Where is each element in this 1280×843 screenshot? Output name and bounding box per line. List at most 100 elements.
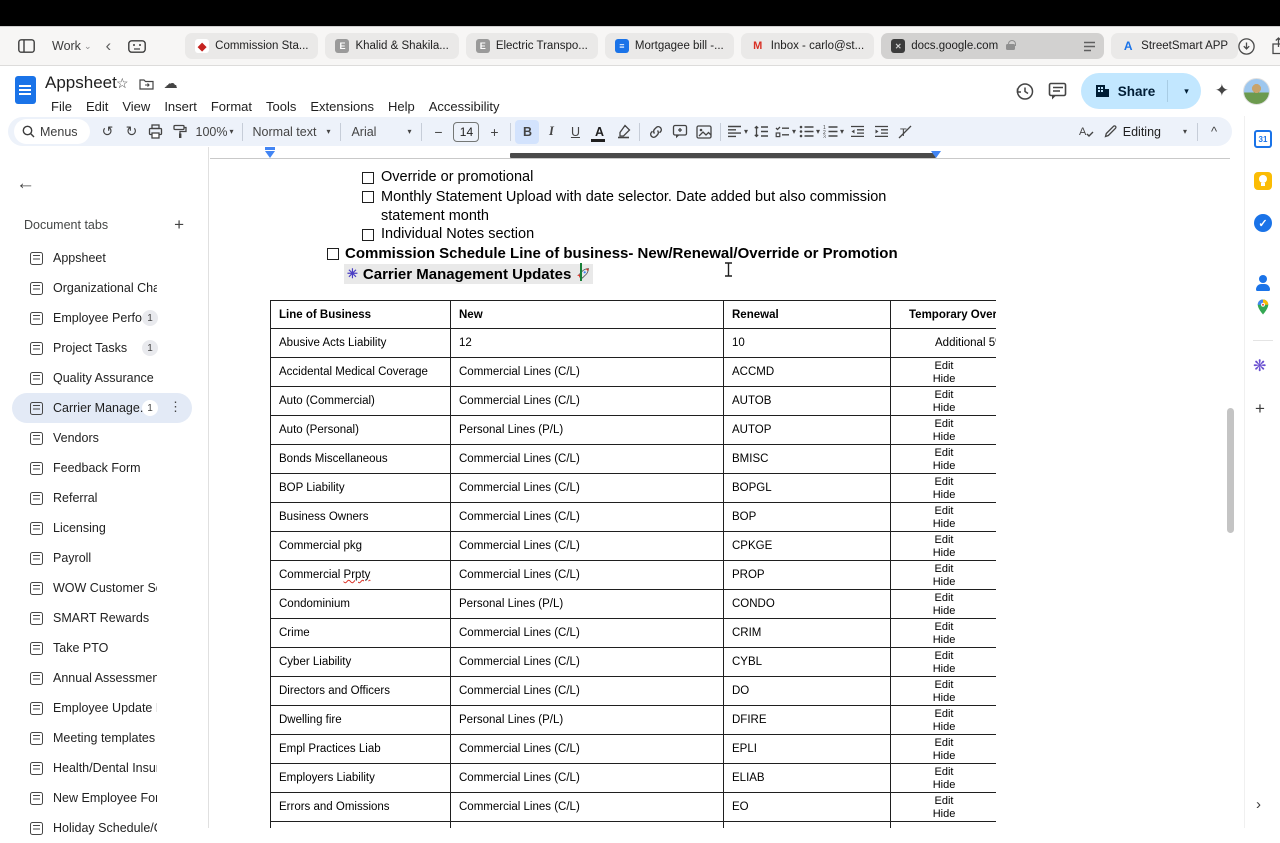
hide-action[interactable]: Hide [891,634,996,647]
edit-action[interactable]: Edit [891,476,996,489]
table-header-cell[interactable]: Temporary Overrid [890,300,996,329]
table-cell[interactable]: Cyber Liability [270,647,451,677]
table-action-cell[interactable]: Edit Hide [890,531,996,561]
table-action-cell[interactable]: Edit Hide [890,357,996,387]
move-folder-icon[interactable] [138,78,154,90]
table-cell[interactable]: PROP [723,560,891,590]
insert-image-button[interactable] [692,120,716,144]
left-indent-marker[interactable] [265,151,275,158]
sidebar-item-smart-rewards[interactable]: SMART Rewards [12,603,192,633]
table-action-cell[interactable]: Edit Hide [890,502,996,532]
table-cell[interactable] [723,821,891,828]
edit-action[interactable]: Edit [891,418,996,431]
table-cell[interactable]: EO [723,792,891,822]
sidebar-item-meeting-templates[interactable]: Meeting templates [12,723,192,753]
hide-action[interactable]: Hide [891,692,996,705]
table-action-cell[interactable]: Edit Hide [890,618,996,648]
table-action-cell[interactable]: Edit Hide [890,386,996,416]
sidebar-item-referral[interactable]: Referral [12,483,192,513]
sidebar-item-appsheet[interactable]: Appsheet [12,243,192,273]
table-cell[interactable]: AUTOB [723,386,891,416]
edit-action[interactable]: Edit [891,795,996,808]
menu-format[interactable]: Format [204,97,259,116]
insert-link-button[interactable] [644,120,668,144]
tab-group-dropdown[interactable]: Work ⌄ [52,39,91,53]
sidebar-item-quality-assurance-tracker[interactable]: Quality Assurance Tracker [12,363,192,393]
menu-view[interactable]: View [115,97,157,116]
increase-font-button[interactable]: + [482,120,506,144]
hide-action[interactable]: Hide [891,402,996,415]
sidebar-item-new-employee-form[interactable]: New Employee Form [12,783,192,813]
spellcheck-icon[interactable]: A [1074,120,1098,144]
table-cell[interactable]: 10 [723,328,891,358]
menu-file[interactable]: File [44,97,79,116]
keep-icon[interactable] [1254,172,1272,190]
menu-tools[interactable]: Tools [259,97,303,116]
sidebar-item-organizational-chart[interactable]: Organizational Chart [12,273,192,303]
table-cell[interactable]: Commercial Lines (C/L) [450,502,724,532]
sidebar-item-take-pto[interactable]: Take PTO [12,633,192,663]
table-cell[interactable]: BMISC [723,444,891,474]
close-sidebar-back-arrow[interactable]: ← [16,173,35,195]
edit-action[interactable]: Edit [891,679,996,692]
table-cell[interactable]: CONDO [723,589,891,619]
tasks-icon[interactable]: ✓ [1254,214,1272,232]
table-cell[interactable]: Personal Lines (P/L) [450,589,724,619]
table-cell[interactable]: ACCMD [723,357,891,387]
table-cell[interactable]: BOPGL [723,473,891,503]
table-cell[interactable]: Personal Lines (P/L) [450,705,724,735]
sidebar-item-employee-update-form[interactable]: Employee Update Form [12,693,192,723]
checkbox-icon[interactable] [362,191,374,203]
hide-action[interactable]: Hide [891,547,996,560]
table-header-cell[interactable]: New [450,300,724,329]
version-history-icon[interactable] [1015,82,1034,101]
edit-action[interactable]: Edit [891,389,996,402]
browser-tab[interactable]: ◆ Commission Sta... [185,33,319,59]
editing-mode-select[interactable]: Editing ▾ [1098,125,1193,139]
table-cell[interactable]: Commercial Lines (C/L) [450,560,724,590]
table-cell[interactable]: CPKGE [723,531,891,561]
sidebar-item-licensing[interactable]: Licensing [12,513,192,543]
sidebar-item-employee-perfo[interactable]: Employee Perfo... 1 [12,303,192,333]
hide-action[interactable]: Hide [891,518,996,531]
table-cell[interactable]: Errors and Omissions [270,792,451,822]
share-dropdown-caret[interactable]: ▾ [1176,86,1197,97]
document-scrollbar[interactable] [1227,408,1234,533]
hide-action[interactable]: Hide [891,779,996,792]
table-cell[interactable]: DO [723,676,891,706]
table-cell[interactable]: BOP Liability [270,473,451,503]
download-icon[interactable] [1238,37,1255,55]
undo-button[interactable]: ↺ [96,120,120,144]
table-cell[interactable]: Commercial Lines (C/L) [450,618,724,648]
contacts-icon[interactable] [1254,274,1272,292]
table-cell[interactable]: AUTOP [723,415,891,445]
print-button[interactable] [144,120,168,144]
checkbox-icon[interactable] [362,229,374,241]
browser-sidebar-icon[interactable] [14,34,38,58]
maps-icon[interactable] [1254,298,1272,316]
hide-action[interactable]: Hide [891,605,996,618]
font-select[interactable]: Arial ▾ [345,120,417,144]
table-cell[interactable]: Commercial Lines (C/L) [450,647,724,677]
addon-asterisk-icon[interactable]: ❋ [1253,356,1266,376]
menu-help[interactable]: Help [381,97,422,116]
table-action-cell[interactable]: Edit Hide [890,705,996,735]
underline-button[interactable]: U [563,120,587,144]
sidebar-item-payroll[interactable]: Payroll [12,543,192,573]
sidebar-item-project-tasks[interactable]: Project Tasks 1 [12,333,192,363]
table-action-cell[interactable]: Edit Hide [890,792,996,822]
table-cell[interactable]: Commercial Lines (C/L) [450,676,724,706]
table-action-cell[interactable]: Edit Hide [890,647,996,677]
table-action-cell[interactable]: Edit Hide [890,560,996,590]
browser-tab-active[interactable]: ✕ docs.google.com [881,33,1105,59]
checklist-item[interactable]: Individual Notes section [381,226,534,242]
table-cell[interactable]: 12 [450,328,724,358]
sidebar-item-carrier-manage[interactable]: Carrier Manage... 1 ⋮ [12,393,192,423]
edit-action[interactable]: Edit [891,621,996,634]
browser-tab[interactable]: E Khalid & Shakila... [325,33,459,59]
highlighted-heading[interactable]: ✳ Carrier Management Updates [344,264,594,284]
sidebar-item-annual-assessment-form[interactable]: Annual Assessment Form [12,663,192,693]
google-docs-icon[interactable] [15,76,36,104]
line-of-business-table[interactable]: Line of Business New Renewal Temporary Over… [270,300,996,828]
edit-action[interactable]: Edit [891,447,996,460]
